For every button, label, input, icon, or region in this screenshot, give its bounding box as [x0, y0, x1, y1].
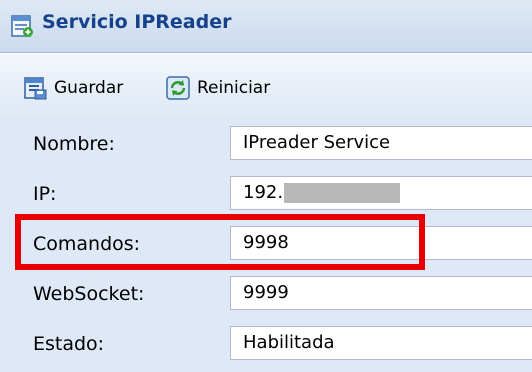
form-row-estado: Estado: Habilitada — [0, 320, 532, 368]
comandos-value: 9998 — [243, 232, 289, 253]
ip-label: IP: — [33, 183, 57, 205]
reset-button[interactable]: Reiniciar — [165, 75, 270, 101]
form-panel: Guardar Reiniciar Nombre: IPreader Servi… — [0, 53, 532, 372]
estado-value: Habilitada — [243, 332, 335, 353]
window-titlebar: Servicio IPReader — [0, 0, 532, 53]
nombre-field[interactable]: IPreader Service — [230, 126, 532, 160]
ip-field[interactable]: 192. — [230, 176, 532, 210]
estado-label: Estado: — [33, 333, 105, 355]
form-row-nombre: Nombre: IPreader Service — [0, 120, 532, 168]
estado-field[interactable]: Habilitada — [230, 326, 532, 360]
save-icon — [24, 77, 47, 100]
form-row-websocket: WebSocket: 9999 — [0, 270, 532, 318]
comandos-field[interactable]: 9998 — [230, 226, 532, 260]
service-window-icon — [11, 15, 33, 37]
refresh-icon — [166, 76, 190, 100]
ip-redaction-block — [284, 183, 401, 203]
window-title: Servicio IPReader — [42, 11, 232, 33]
ip-value: 192. — [243, 182, 284, 203]
comandos-label: Comandos: — [33, 233, 141, 255]
save-button-label: Guardar — [54, 78, 124, 98]
websocket-label: WebSocket: — [33, 283, 145, 305]
websocket-value: 9999 — [243, 282, 289, 303]
toolbar: Guardar Reiniciar — [0, 53, 532, 120]
reset-button-label: Reiniciar — [197, 78, 271, 98]
nombre-value: IPreader Service — [243, 132, 391, 153]
nombre-label: Nombre: — [33, 133, 115, 155]
websocket-field[interactable]: 9999 — [230, 276, 532, 310]
save-button[interactable]: Guardar — [22, 75, 123, 101]
form-row-ip: IP: 192. — [0, 170, 532, 218]
form-row-comandos: Comandos: 9998 — [0, 220, 532, 268]
